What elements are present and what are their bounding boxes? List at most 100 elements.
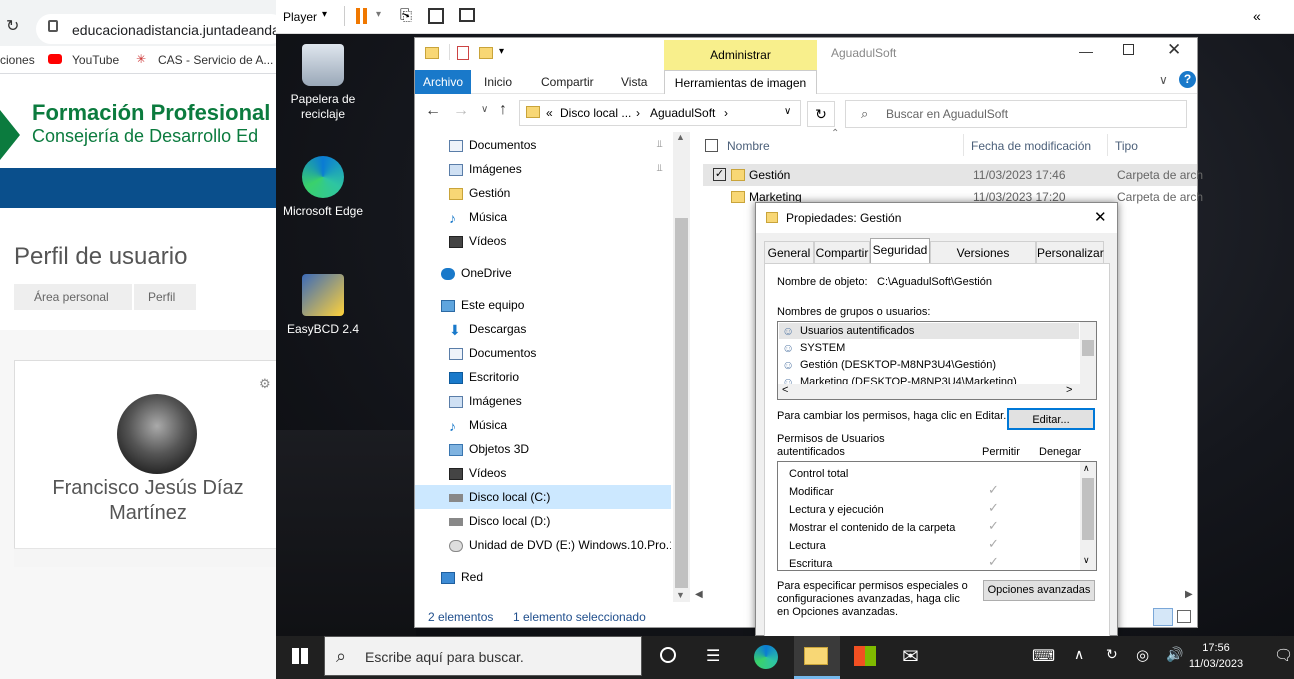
chevron-down-icon[interactable]: ▾ <box>376 9 381 20</box>
tab-vista[interactable]: Vista <box>621 70 647 94</box>
nav-item[interactable]: Vídeos <box>415 461 671 485</box>
tab-compartir[interactable]: Compartir <box>541 70 594 94</box>
nav-item[interactable]: Imágenes ⫫ <box>415 157 671 181</box>
pause-icon[interactable] <box>356 8 360 24</box>
edge-taskbar-icon[interactable] <box>754 645 778 669</box>
taskbar-clock[interactable]: 17:56 11/03/2023 <box>1186 640 1246 672</box>
tab-archivo[interactable]: Archivo <box>415 70 471 94</box>
tab-general[interactable]: General <box>764 241 814 263</box>
back-arrow-icon[interactable]: ← <box>425 102 441 120</box>
forward-arrow-icon[interactable]: → <box>453 102 469 120</box>
easybcd-shortcut[interactable]: EasyBCD 2.4 <box>278 274 368 337</box>
fullscreen-icon[interactable] <box>428 8 444 24</box>
select-all-checkbox[interactable] <box>705 139 718 152</box>
scroll-left-icon[interactable]: ◀ <box>695 589 703 600</box>
notifications-icon[interactable]: 🗨 <box>1274 646 1293 664</box>
player-menu[interactable]: Player <box>283 10 317 24</box>
group-item[interactable]: SYSTEM <box>800 342 845 355</box>
nav-item[interactable]: OneDrive <box>415 261 671 285</box>
mail-icon[interactable]: ✉ <box>902 644 919 669</box>
nav-item[interactable]: Documentos <box>415 341 671 365</box>
nav-item[interactable]: ♪ Música <box>415 205 671 229</box>
search-input[interactable]: Buscar en AguadulSoft <box>845 100 1187 128</box>
nav-item[interactable]: Red <box>415 565 671 589</box>
up-arrow-icon[interactable]: ↑ <box>499 101 507 119</box>
recent-locations-icon[interactable]: ∨ <box>481 104 488 115</box>
minimize-button[interactable]: — <box>1079 43 1093 59</box>
nav-scrollbar-thumb[interactable] <box>675 218 688 588</box>
sync-icon[interactable]: ↻ <box>1106 646 1118 663</box>
chevron-right-icon[interactable]: › <box>636 106 640 120</box>
close-button[interactable]: ✕ <box>1167 40 1181 60</box>
groups-list[interactable]: ☺ Usuarios autentificados ☺ SYSTEM ☺ Ges… <box>777 321 1097 400</box>
nav-item[interactable]: Disco local (D:) <box>415 509 671 533</box>
pin-icon[interactable]: ⫫ <box>657 157 663 181</box>
chevron-down-icon[interactable]: ∨ <box>784 106 791 117</box>
groups-scrollbar-thumb[interactable] <box>1082 340 1094 356</box>
scroll-down-icon[interactable]: ▼ <box>676 590 685 600</box>
nav-item[interactable]: Gestión <box>415 181 671 205</box>
tab-herramientas-imagen[interactable]: Herramientas de imagen <box>664 70 817 94</box>
task-view-icon[interactable]: ☰ <box>706 646 720 666</box>
scroll-left-icon[interactable]: < <box>782 384 788 396</box>
cortana-icon[interactable] <box>660 647 676 663</box>
recycle-bin-shortcut[interactable]: Papelera de reciclaje <box>278 44 368 122</box>
chevron-right-icon[interactable]: › <box>724 106 728 120</box>
chevron-down-icon[interactable]: ▾ <box>499 46 504 57</box>
unity-icon[interactable] <box>459 8 475 22</box>
nav-item[interactable]: Vídeos <box>415 229 671 253</box>
address-breadcrumb[interactable]: « Disco local ... › AguadulSoft › ∨ <box>519 100 801 126</box>
nav-item[interactable]: Este equipo <box>415 293 671 317</box>
column-header-name[interactable]: Nombre <box>727 138 770 154</box>
new-folder-icon[interactable] <box>479 47 493 59</box>
chevron-up-icon[interactable]: ∧ <box>1074 646 1084 663</box>
nav-item[interactable]: Unidad de DVD (E:) Windows.10.Pro.19 <box>415 533 671 557</box>
tab-personalizar[interactable]: Personalizar <box>1036 241 1104 263</box>
nav-item[interactable]: Objetos 3D <box>415 437 671 461</box>
tab-versiones-anteriores[interactable]: Versiones anteriores <box>930 241 1036 282</box>
breadcrumb-item[interactable]: Área personal <box>14 284 132 310</box>
volume-icon[interactable]: 🔊 <box>1166 646 1183 663</box>
nav-item[interactable]: ♪ Música <box>415 413 671 437</box>
nav-item[interactable]: ⬇ Descargas <box>415 317 671 341</box>
pin-icon[interactable]: ⫫ <box>657 133 663 157</box>
network-icon[interactable]: ⎘ <box>400 7 412 24</box>
nav-item[interactable]: Escritorio <box>415 365 671 389</box>
close-button[interactable]: ✕ <box>1094 208 1107 226</box>
help-icon[interactable]: ? <box>1179 71 1196 88</box>
details-view-icon[interactable] <box>1153 608 1173 626</box>
globe-icon[interactable]: ◎ <box>1136 646 1149 664</box>
context-tab-manage[interactable]: Administrar <box>664 40 817 70</box>
scroll-down-icon[interactable]: ∨ <box>1083 555 1090 566</box>
nav-item-selected[interactable]: Disco local (C:) <box>415 485 671 509</box>
gear-icon[interactable]: ⚙ <box>259 376 271 392</box>
bookmark-item[interactable]: ciones <box>0 53 35 67</box>
tab-inicio[interactable]: Inicio <box>484 70 512 94</box>
windows-start-icon[interactable] <box>292 648 308 664</box>
path-segment[interactable]: AguadulSoft <box>650 106 715 120</box>
edge-shortcut[interactable]: Microsoft Edge <box>278 156 368 219</box>
maximize-button[interactable] <box>1123 44 1134 55</box>
bookmark-item[interactable]: CAS - Servicio de A... <box>158 53 273 67</box>
advanced-options-button[interactable]: Opciones avanzadas <box>983 580 1095 601</box>
column-header-date[interactable]: Fecha de modificación <box>971 138 1091 154</box>
tab-compartir[interactable]: Compartir <box>814 241 870 263</box>
row-checkbox[interactable]: ✓ <box>713 168 726 181</box>
store-icon[interactable] <box>854 646 876 666</box>
collapse-icon[interactable]: « <box>1253 8 1261 24</box>
scroll-up-icon[interactable]: ∧ <box>1083 463 1090 474</box>
scroll-up-icon[interactable]: ▲ <box>676 132 685 142</box>
nav-item[interactable]: Imágenes <box>415 389 671 413</box>
edit-button[interactable]: Editar... <box>1007 408 1095 430</box>
path-segment[interactable]: Disco local ... <box>560 106 631 120</box>
reload-icon[interactable]: ↻ <box>6 16 19 36</box>
bookmark-item[interactable]: YouTube <box>72 53 119 67</box>
column-header-type[interactable]: Tipo <box>1115 138 1138 154</box>
file-row[interactable]: ✓ Gestión 11/03/2023 17:46 Carpeta de ar… <box>703 164 1203 186</box>
breadcrumb-item[interactable]: Perfil <box>134 284 196 310</box>
tab-seguridad[interactable]: Seguridad <box>870 238 930 263</box>
large-icons-view-icon[interactable] <box>1177 610 1191 623</box>
properties-icon[interactable] <box>457 46 469 60</box>
keyboard-icon[interactable]: ⌨ <box>1032 646 1055 666</box>
chevron-down-icon[interactable]: ▾ <box>322 9 327 20</box>
